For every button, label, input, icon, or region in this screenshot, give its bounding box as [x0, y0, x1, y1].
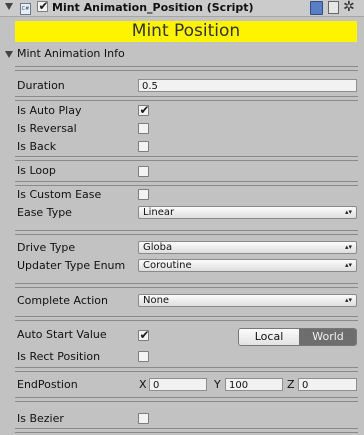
- is-loop-checkbox[interactable]: [138, 166, 149, 177]
- updater-type-dropdown[interactable]: Coroutine ▴▾: [138, 259, 357, 272]
- duration-input[interactable]: 0.5: [138, 79, 357, 92]
- section-title: Mint Animation Info: [17, 47, 125, 60]
- complete-action-label: Complete Action: [17, 294, 108, 307]
- component-header: C# ✔ Mint Animation_Position (Script) ✲: [0, 0, 364, 17]
- is-bezier-checkbox[interactable]: [138, 413, 149, 424]
- separator-line: [15, 156, 358, 161]
- space-toggle[interactable]: Local World: [238, 328, 357, 346]
- updater-type-value: Coroutine: [143, 260, 192, 271]
- auto-start-value-label: Auto Start Value: [17, 328, 107, 341]
- is-bezier-label: Is Bezier: [17, 412, 64, 425]
- complete-action-value: None: [143, 295, 170, 306]
- is-custom-ease-checkbox[interactable]: [138, 189, 149, 200]
- end-position-z-input[interactable]: 0: [298, 378, 357, 391]
- drive-type-label: Drive Type: [17, 241, 76, 254]
- duration-label: Duration: [17, 79, 65, 92]
- component-title: Mint Animation_Position (Script): [52, 1, 254, 14]
- updater-type-label: Updater Type Enum: [17, 259, 126, 272]
- checkmark-icon: ✔: [139, 103, 150, 117]
- is-reversal-label: Is Reversal: [17, 122, 77, 135]
- ease-type-dropdown[interactable]: Linear ▴▾: [138, 206, 357, 219]
- separator-line: [15, 66, 358, 71]
- is-auto-play-label: Is Auto Play: [17, 104, 82, 117]
- end-position-y-input[interactable]: 100: [225, 378, 283, 391]
- end-position-y-label: Y: [214, 378, 221, 391]
- cs-script-icon-text: C#: [21, 6, 30, 12]
- dropdown-arrows-icon: ▴▾: [344, 243, 352, 251]
- dropdown-arrows-icon: ▴▾: [344, 208, 352, 216]
- cs-script-icon: C#: [20, 3, 31, 15]
- world-toggle-button[interactable]: World: [299, 329, 356, 345]
- drive-type-dropdown[interactable]: Globa ▴▾: [138, 241, 357, 254]
- is-rect-position-checkbox[interactable]: [138, 351, 149, 362]
- drive-type-value: Globa: [143, 242, 173, 253]
- separator-line: [15, 397, 358, 402]
- help-icon[interactable]: [328, 1, 339, 14]
- is-custom-ease-label: Is Custom Ease: [17, 188, 102, 201]
- is-reversal-checkbox[interactable]: [138, 123, 149, 134]
- local-toggle-button[interactable]: Local: [239, 329, 300, 345]
- title-banner: Mint Position: [15, 21, 357, 42]
- is-auto-play-checkbox[interactable]: ✔: [138, 103, 150, 117]
- separator-line: [15, 283, 358, 288]
- dropdown-arrows-icon: ▴▾: [344, 261, 352, 269]
- checkmark-icon: ✔: [139, 328, 150, 342]
- ease-type-label: Ease Type: [17, 206, 72, 219]
- gear-icon[interactable]: ✲: [343, 0, 355, 15]
- separator-line: [15, 230, 358, 235]
- collapse-arrow-icon[interactable]: [5, 3, 13, 10]
- end-position-x-label: X: [139, 378, 147, 391]
- end-position-z-label: Z: [287, 378, 295, 391]
- separator-line: [15, 316, 358, 321]
- auto-start-value-checkbox[interactable]: ✔: [138, 328, 150, 342]
- separator-line: [15, 428, 358, 433]
- separator-line: [15, 96, 358, 101]
- separator-line: [15, 181, 358, 186]
- end-position-x-input[interactable]: 0: [149, 378, 207, 391]
- dropdown-arrows-icon: ▴▾: [344, 296, 352, 304]
- book-reference-icon[interactable]: [310, 1, 323, 15]
- checkmark-icon: ✔: [38, 0, 49, 13]
- component-enabled-checkbox[interactable]: ✔: [37, 0, 49, 13]
- is-back-label: Is Back: [17, 140, 57, 153]
- complete-action-dropdown[interactable]: None ▴▾: [138, 294, 357, 307]
- separator-line: [15, 367, 358, 372]
- is-loop-label: Is Loop: [17, 164, 56, 177]
- ease-type-value: Linear: [143, 207, 175, 218]
- end-position-label: EndPostion: [17, 378, 78, 391]
- foldout-arrow-icon[interactable]: [5, 51, 13, 58]
- is-back-checkbox[interactable]: [138, 141, 149, 152]
- is-rect-position-label: Is Rect Position: [17, 350, 101, 363]
